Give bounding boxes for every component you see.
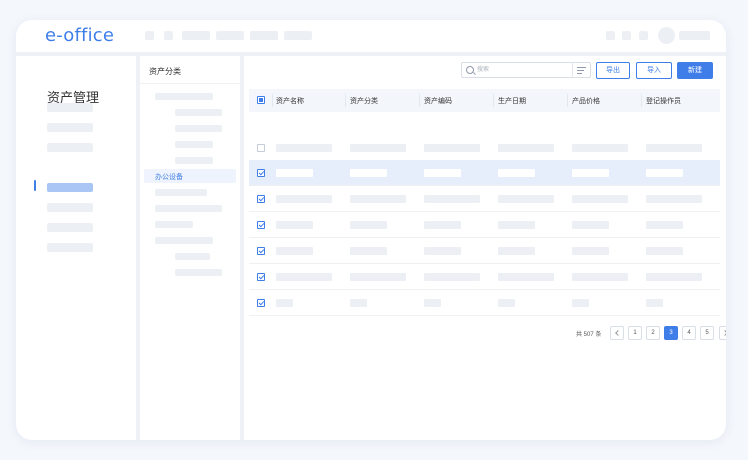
top-tool-placeholder[interactable]: [639, 31, 648, 40]
table-row[interactable]: [249, 264, 720, 290]
tree-node[interactable]: [155, 189, 207, 196]
row-checkbox[interactable]: [257, 221, 265, 229]
nav-item[interactable]: [47, 223, 93, 232]
nav-item[interactable]: [47, 123, 93, 132]
page-button[interactable]: 4: [682, 326, 696, 340]
nav-item-active[interactable]: [47, 183, 93, 192]
tree-node[interactable]: [175, 253, 210, 260]
left-nav: 资产管理: [16, 56, 136, 440]
tree-node-active[interactable]: 办公设备: [144, 169, 236, 183]
column-header[interactable]: 资产分类: [350, 96, 378, 106]
page-button[interactable]: 1: [628, 326, 642, 340]
nav-active-indicator: [34, 180, 36, 191]
top-nav-placeholder[interactable]: [145, 31, 154, 40]
export-button[interactable]: 导出: [596, 62, 630, 79]
page-button-current[interactable]: 3: [664, 326, 678, 340]
column-header[interactable]: 资产编码: [424, 96, 452, 106]
app-logo: e-office: [45, 25, 115, 46]
table-row[interactable]: [249, 186, 720, 212]
row-checkbox[interactable]: [257, 273, 265, 281]
row-checkbox[interactable]: [257, 299, 265, 307]
chevron-left-icon: [615, 330, 621, 336]
tree-node-label: 办公设备: [155, 174, 183, 181]
top-tool-placeholder[interactable]: [622, 31, 631, 40]
import-button[interactable]: 导入: [636, 62, 672, 79]
table-row[interactable]: [249, 238, 720, 264]
tree-node[interactable]: [155, 93, 213, 100]
column-header[interactable]: 生产日期: [498, 96, 526, 106]
category-panel-title: 资产分类: [149, 67, 181, 76]
select-all-checkbox[interactable]: [257, 96, 265, 104]
row-checkbox[interactable]: [257, 195, 265, 203]
user-name-placeholder[interactable]: [679, 31, 710, 40]
page-button[interactable]: 5: [700, 326, 714, 340]
top-nav-placeholder[interactable]: [284, 31, 312, 40]
table-header: 资产名称 资产分类 资产编码 生产日期 产品价格 登记操作员: [249, 89, 720, 112]
top-tool-placeholder[interactable]: [606, 31, 615, 40]
table-row[interactable]: [249, 290, 720, 316]
row-checkbox[interactable]: [257, 144, 265, 152]
tree-node[interactable]: [175, 125, 222, 132]
top-nav-placeholder[interactable]: [216, 31, 244, 40]
table-row[interactable]: [249, 135, 720, 161]
tree-node[interactable]: [175, 157, 213, 164]
top-nav-placeholder[interactable]: [164, 31, 173, 40]
prev-page-button[interactable]: [610, 326, 624, 340]
nav-item[interactable]: [47, 103, 93, 112]
new-button[interactable]: 新建: [677, 62, 713, 79]
search-box[interactable]: [461, 62, 591, 78]
top-nav-placeholder[interactable]: [182, 31, 210, 40]
row-checkbox[interactable]: [257, 247, 265, 255]
app-window: e-office 资产管理 资产分类 办公设备 搜索 导出 导入 新建 资产名称…: [16, 20, 726, 440]
table-row[interactable]: [249, 212, 720, 238]
pagination-total: 共 507 条: [576, 332, 602, 338]
nav-item[interactable]: [47, 143, 93, 152]
top-nav-placeholder[interactable]: [250, 31, 278, 40]
top-bar: e-office: [16, 20, 726, 52]
next-page-button[interactable]: [719, 326, 726, 340]
nav-item[interactable]: [47, 243, 93, 252]
page-button[interactable]: 2: [646, 326, 660, 340]
filter-icon[interactable]: [572, 63, 590, 77]
row-checkbox[interactable]: [257, 169, 265, 177]
table-row[interactable]: [249, 160, 720, 186]
column-header[interactable]: 产品价格: [572, 96, 600, 106]
divider: [140, 83, 240, 84]
chevron-right-icon: [722, 330, 726, 336]
category-panel: 资产分类 办公设备: [140, 56, 240, 440]
search-input[interactable]: [477, 64, 569, 76]
nav-item[interactable]: [47, 203, 93, 212]
search-icon: [466, 66, 474, 74]
column-header[interactable]: 登记操作员: [646, 96, 681, 106]
tree-node[interactable]: [175, 269, 222, 276]
main-content: 导出 导入 新建 资产名称 资产分类 资产编码 生产日期 产品价格 登记操作员: [244, 56, 726, 440]
tree-node[interactable]: [155, 221, 193, 228]
tree-node[interactable]: [175, 109, 222, 116]
tree-node[interactable]: [155, 237, 213, 244]
tree-node[interactable]: [175, 141, 213, 148]
tree-node[interactable]: [155, 205, 222, 212]
avatar[interactable]: [658, 27, 675, 44]
column-header[interactable]: 资产名称: [276, 96, 304, 106]
